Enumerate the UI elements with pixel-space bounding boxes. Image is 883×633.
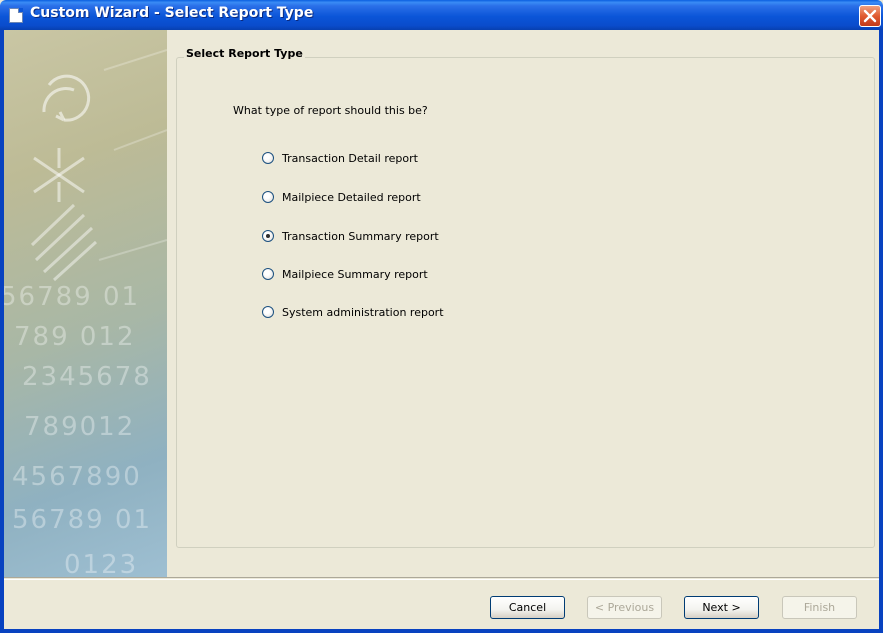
window-frame-right xyxy=(879,30,883,633)
radio-mailpiece-detailed[interactable] xyxy=(262,191,274,203)
option-label: System administration report xyxy=(282,305,444,319)
option-label: Mailpiece Detailed report xyxy=(282,190,421,204)
option-mailpiece-summary[interactable]: Mailpiece Summary report xyxy=(262,266,428,282)
finish-button[interactable]: Finish xyxy=(782,596,857,619)
radio-system-administration[interactable] xyxy=(262,306,274,318)
window-frame-bottom xyxy=(0,629,883,633)
cancel-button[interactable]: Cancel xyxy=(490,596,565,619)
document-icon xyxy=(9,8,23,23)
radio-transaction-summary[interactable] xyxy=(262,230,274,242)
art-digits-2: 789 012 xyxy=(14,322,136,352)
art-digits-1: 56789 01 xyxy=(4,282,141,312)
art-digits-7: 0123 xyxy=(64,550,139,577)
option-mailpiece-detailed[interactable]: Mailpiece Detailed report xyxy=(262,189,421,205)
art-digits-4: 789012 xyxy=(24,412,136,442)
close-icon xyxy=(863,9,877,23)
report-type-group xyxy=(176,57,875,548)
option-label: Mailpiece Summary report xyxy=(282,267,428,281)
previous-button[interactable]: < Previous xyxy=(587,596,662,619)
wizard-side-art: 56789 01 789 012 2345678 789012 4567890 … xyxy=(4,30,167,577)
next-button[interactable]: Next > xyxy=(684,596,759,619)
close-button[interactable] xyxy=(859,5,881,27)
option-label: Transaction Summary report xyxy=(282,229,439,243)
option-transaction-summary[interactable]: Transaction Summary report xyxy=(262,228,439,244)
window-title: Custom Wizard - Select Report Type xyxy=(30,5,314,21)
art-digits-5: 4567890 xyxy=(12,462,142,492)
radio-transaction-detail[interactable] xyxy=(262,152,274,164)
title-bar[interactable]: Custom Wizard - Select Report Type xyxy=(0,0,883,30)
option-label: Transaction Detail report xyxy=(282,151,418,165)
art-digits-6: 56789 01 xyxy=(12,505,153,535)
group-title: Select Report Type xyxy=(184,47,305,60)
radio-mailpiece-summary[interactable] xyxy=(262,268,274,280)
question-label: What type of report should this be? xyxy=(233,104,428,117)
option-transaction-detail[interactable]: Transaction Detail report xyxy=(262,150,418,166)
button-bar-separator xyxy=(4,577,879,580)
art-digits-3: 2345678 xyxy=(22,362,152,392)
option-system-administration[interactable]: System administration report xyxy=(262,304,444,320)
